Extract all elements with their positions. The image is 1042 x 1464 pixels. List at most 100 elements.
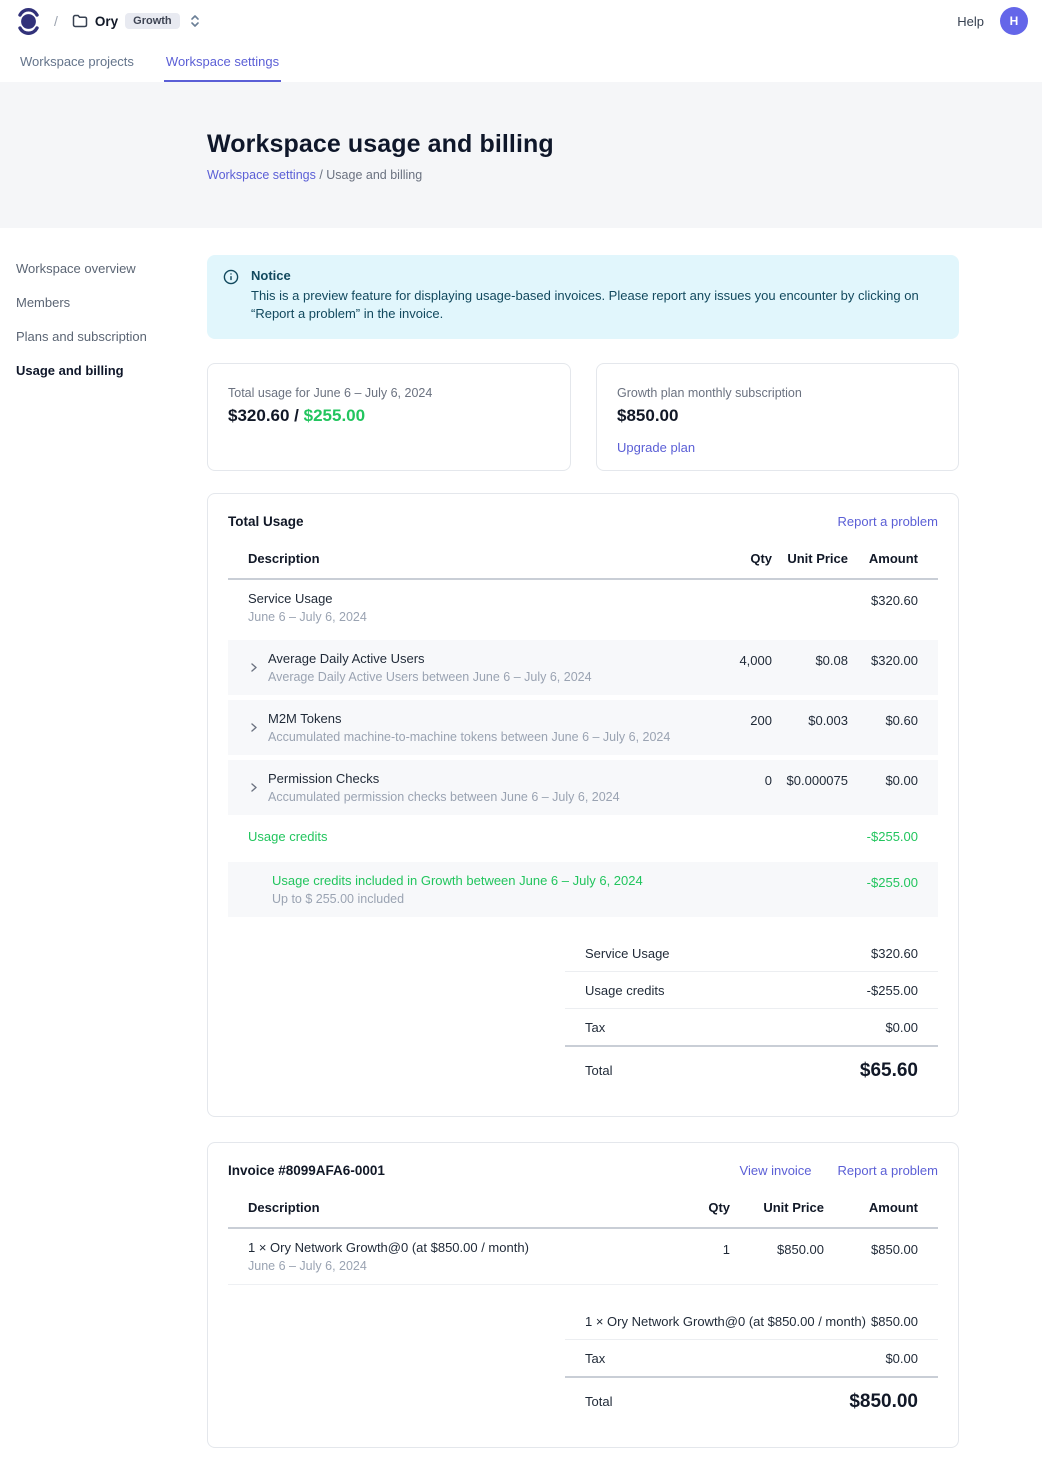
preview-notice: Notice This is a preview feature for dis… (207, 255, 959, 339)
view-invoice-link[interactable]: View invoice (740, 1163, 812, 1178)
help-link[interactable]: Help (957, 14, 984, 29)
row-subtitle: Accumulated machine-to-machine tokens be… (268, 730, 670, 744)
row-title: M2M Tokens (268, 711, 670, 726)
summary-label: Tax (585, 1351, 605, 1366)
content-area: Workspace overview Members Plans and sub… (0, 228, 1042, 1464)
notice-title: Notice (251, 268, 943, 283)
table-row-usage-credit-detail: Usage credits included in Growth between… (228, 862, 938, 917)
summary-value: $0.00 (885, 1351, 918, 1366)
table-row-usage-credits: Usage credits -$255.00 (228, 815, 938, 857)
row-amount: $850.00 (824, 1240, 918, 1257)
col-qty: Qty (700, 551, 772, 566)
invoice-table-header: Description Qty Unit Price Amount (228, 1194, 938, 1229)
row-title: Usage credits (248, 829, 700, 844)
row-qty: 0 (700, 771, 772, 788)
invoice-report-problem-link[interactable]: Report a problem (838, 1163, 938, 1178)
row-subtitle: June 6 – July 6, 2024 (248, 1259, 670, 1273)
col-amount: Amount (824, 1200, 918, 1215)
chevron-right-icon[interactable] (248, 662, 259, 673)
upgrade-plan-link[interactable]: Upgrade plan (617, 440, 695, 455)
tab-workspace-settings[interactable]: Workspace settings (164, 48, 281, 82)
chevron-right-icon[interactable] (248, 722, 259, 733)
sidebar-item-plans-and-subscription[interactable]: Plans and subscription (16, 323, 207, 351)
row-title: Usage credits included in Growth between… (272, 873, 700, 888)
row-title: Service Usage (248, 591, 700, 606)
row-title: Average Daily Active Users (268, 651, 592, 666)
col-description: Description (248, 1200, 670, 1215)
summary-value: $850.00 (871, 1314, 918, 1329)
table-row-expandable[interactable]: M2M Tokens Accumulated machine-to-machin… (228, 700, 938, 755)
col-unit-price: Unit Price (772, 551, 848, 566)
table-row: Service Usage June 6 – July 6, 2024 $320… (228, 580, 938, 635)
row-title: 1 × Ory Network Growth@0 (at $850.00 / m… (248, 1240, 670, 1255)
row-amount: $0.60 (848, 711, 918, 728)
summary-label: 1 × Ory Network Growth@0 (at $850.00 / m… (585, 1314, 866, 1329)
breadcrumb-separator: / (54, 13, 58, 29)
summary-value: -$255.00 (867, 983, 918, 998)
settings-sidebar: Workspace overview Members Plans and sub… (0, 255, 207, 1464)
breadcrumb-workspace-settings-link[interactable]: Workspace settings (207, 168, 316, 182)
row-amount: $320.60 (848, 591, 918, 608)
row-qty: 4,000 (700, 651, 772, 668)
notice-body: This is a preview feature for displaying… (251, 287, 943, 324)
plan-subscription-card: Growth plan monthly subscription $850.00… (596, 363, 959, 471)
top-bar: / Ory Growth Help H (0, 0, 1042, 42)
page-header: Workspace usage and billing Workspace se… (0, 82, 1042, 228)
total-usage-card-value: $320.60 / $255.00 (228, 406, 550, 426)
plan-badge: Growth (125, 13, 180, 29)
row-unit-price: $0.000075 (772, 771, 848, 788)
sidebar-item-workspace-overview[interactable]: Workspace overview (16, 255, 207, 283)
page-title: Workspace usage and billing (207, 130, 1042, 159)
table-row-expandable[interactable]: Permission Checks Accumulated permission… (228, 760, 938, 815)
info-icon (223, 268, 239, 324)
usage-report-problem-link[interactable]: Report a problem (838, 514, 938, 529)
sidebar-item-members[interactable]: Members (16, 289, 207, 317)
breadcrumb-current: / Usage and billing (316, 168, 422, 182)
total-value: $65.60 (860, 1060, 918, 1082)
chevron-right-icon[interactable] (248, 782, 259, 793)
workspace-switcher[interactable]: Ory Growth (72, 13, 201, 29)
total-value: $850.00 (849, 1391, 918, 1413)
usage-card-header: Total Usage Report a problem (228, 514, 938, 529)
col-unit-price: Unit Price (730, 1200, 824, 1215)
chevron-up-down-icon[interactable] (189, 13, 201, 29)
row-subtitle: Up to $ 255.00 included (272, 892, 700, 906)
summary-row: 1 × Ory Network Growth@0 (at $850.00 / m… (565, 1303, 938, 1340)
invoice-card-header: Invoice #8099AFA6-0001 View invoice Repo… (228, 1163, 938, 1178)
table-row: 1 × Ory Network Growth@0 (at $850.00 / m… (228, 1229, 938, 1285)
ory-logo-icon[interactable] (16, 6, 42, 36)
total-usage-card: Total usage for June 6 – July 6, 2024 $3… (207, 363, 571, 471)
table-row-expandable[interactable]: Average Daily Active Users Average Daily… (228, 640, 938, 695)
workspace-name: Ory (95, 14, 118, 29)
workspace-tabs: Workspace projects Workspace settings (0, 42, 1042, 82)
col-description: Description (248, 551, 700, 566)
topbar-right: Help H (957, 7, 1028, 35)
row-qty: 1 (670, 1240, 730, 1257)
usage-table-header: Description Qty Unit Price Amount (228, 545, 938, 580)
row-unit-price: $0.003 (772, 711, 848, 728)
avatar[interactable]: H (1000, 7, 1028, 35)
summary-row: Usage credits -$255.00 (565, 972, 938, 1009)
folder-icon (72, 14, 88, 28)
summary-row: Tax $0.00 (565, 1340, 938, 1378)
invoice-title: Invoice #8099AFA6-0001 (228, 1163, 385, 1178)
usage-amount: $320.60 / (228, 406, 304, 425)
summary-cards: Total usage for June 6 – July 6, 2024 $3… (207, 363, 959, 471)
usage-credit-amount: $255.00 (304, 406, 365, 425)
summary-value: $0.00 (885, 1020, 918, 1035)
plan-card-value: $850.00 (617, 406, 938, 426)
sidebar-item-usage-and-billing[interactable]: Usage and billing (16, 357, 207, 385)
row-subtitle: June 6 – July 6, 2024 (248, 610, 700, 624)
total-usage-table-card: Total Usage Report a problem Description… (207, 493, 959, 1117)
row-amount: -$255.00 (700, 873, 918, 890)
summary-label: Service Usage (585, 946, 670, 961)
row-subtitle: Average Daily Active Users between June … (268, 670, 592, 684)
tab-workspace-projects[interactable]: Workspace projects (18, 48, 136, 82)
col-qty: Qty (670, 1200, 730, 1215)
summary-total-row: Total $850.00 (565, 1378, 938, 1423)
main-panel: Notice This is a preview feature for dis… (207, 255, 959, 1464)
row-amount: $0.00 (848, 771, 918, 788)
usage-summary: Service Usage $320.60 Usage credits -$25… (565, 935, 938, 1092)
summary-label: Tax (585, 1020, 605, 1035)
breadcrumb: Workspace settings / Usage and billing (207, 168, 1042, 182)
